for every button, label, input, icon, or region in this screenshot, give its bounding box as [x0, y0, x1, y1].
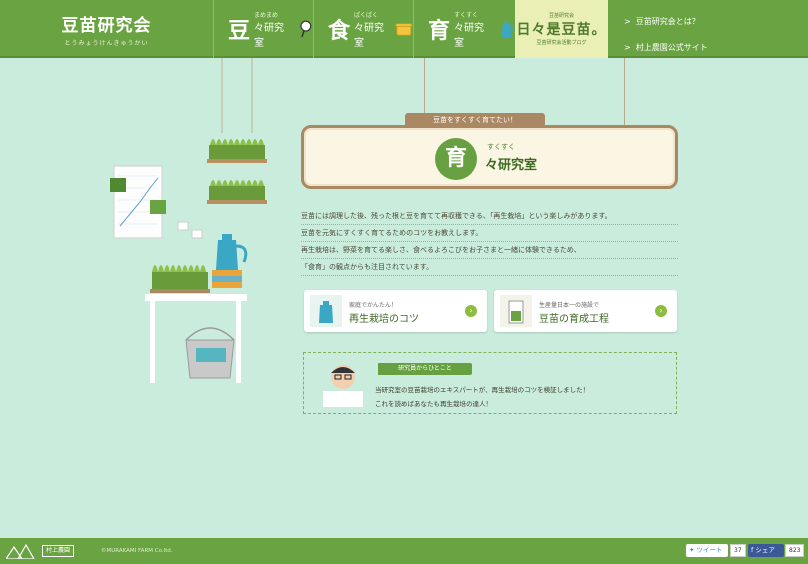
tweet-button[interactable]: ✦ ツイート: [686, 544, 728, 557]
facebook-icon: f: [751, 546, 754, 554]
chevron-right-icon: >: [624, 42, 631, 52]
link-official-site[interactable]: > 村上農園公式サイト: [624, 34, 708, 60]
footer-brand[interactable]: 村上農園: [42, 545, 75, 557]
facebook-share-button[interactable]: f シェア: [748, 544, 784, 557]
card-growing-process[interactable]: 生産量日本一の施設で 豆苗の育成工程 ›: [494, 290, 677, 332]
desc-line: 豆苗には調理した後、残った根と豆を育てて再収穫できる、「再生栽培」という楽しみが…: [301, 208, 678, 225]
nav-label: 々研究室: [454, 22, 485, 49]
nav-blog[interactable]: 豆苗研究会 日々是豆苗。 豆苗研究会活動ブログ: [515, 0, 608, 58]
desc-line: 再生栽培は、野菜を育てる楽しさ、食べるよろこびをお子さまと一緒に体験できるため、: [301, 242, 678, 259]
card-title: 豆苗の育成工程: [539, 314, 609, 325]
link-official-label: 村上農園公式サイト: [635, 42, 708, 52]
nav-kanji: 食: [328, 19, 351, 44]
card-subtitle: 生産量日本一の施設で: [539, 302, 600, 309]
site-footer: 村上農園 ©MURAKAMI FARM Co.ltd. ✦ ツイート 37 f …: [0, 538, 808, 564]
researcher-avatar: [323, 365, 363, 407]
header-links: > 豆苗研究会とは？ > 村上農園公式サイト: [624, 8, 708, 60]
blog-bottom: 豆苗研究会活動ブログ: [536, 40, 587, 46]
sign-rope-right: [624, 58, 625, 128]
sign-title: 々研究室: [485, 158, 538, 173]
nav-ruby: ぱくぱく: [354, 11, 379, 19]
message-line: これを読めばあなたも再生栽培の達人！: [375, 400, 492, 408]
sign-rope-left: [424, 58, 425, 116]
twitter-icon: ✦: [689, 546, 695, 554]
illustration: [110, 58, 267, 383]
sign-tag: 豆苗をすくすく育てたい！: [405, 113, 545, 127]
arrow-right-icon: ›: [465, 305, 477, 317]
pot-icon: [395, 23, 413, 36]
watering-can-icon: [501, 21, 514, 38]
shelf-sprouts-2: [207, 180, 267, 204]
watering-can-icon: [310, 295, 342, 327]
chevron-right-icon: >: [624, 16, 631, 26]
growth-chart-paper: [110, 165, 166, 239]
card-subtitle: 家庭でかんたん！: [349, 302, 398, 309]
message-line: 当研究室の豆苗栽培のエキスパートが、再生栽培のコツを検証しました！: [375, 386, 590, 394]
link-about-label: 豆苗研究会とは？: [635, 16, 700, 26]
link-about[interactable]: > 豆苗研究会とは？: [624, 8, 708, 34]
nav-pakupaku-lab[interactable]: 食 ぱくぱく 々研究室: [313, 0, 413, 58]
sign-kanji-badge: 育: [435, 138, 477, 180]
arrow-right-icon: ›: [655, 305, 667, 317]
message-tag: 研究員からひとこと: [378, 363, 472, 375]
card-regrow-tips[interactable]: 家庭でかんたん！ 再生栽培のコツ ›: [304, 290, 487, 332]
tweet-count: 37: [730, 544, 746, 557]
nav-kanji: 育: [428, 19, 451, 44]
nav-sukusuku-lab[interactable]: 育 すくすく 々研究室: [413, 0, 515, 58]
blog-top: 豆苗研究会: [548, 13, 574, 19]
share-label: シェア: [755, 546, 775, 554]
footer-copyright: ©MURAKAMI FARM Co.ltd.: [101, 548, 173, 554]
magnifier-icon: [300, 20, 312, 38]
shelf-sprouts-1: [207, 139, 267, 163]
table-sprouts: [150, 265, 210, 293]
card-title: 再生栽培のコツ: [349, 314, 419, 325]
murakami-logo-icon: [6, 543, 35, 559]
nav-ruby: すくすく: [454, 11, 479, 19]
desc-line: 豆苗を元気にすくすく育てるためのコツをお教えします。: [301, 225, 678, 242]
blog-title: 日々是豆苗。: [516, 22, 607, 38]
sign-ruby: すくすく: [487, 143, 515, 151]
share-count: 823: [785, 544, 805, 557]
desc-line: 「食育」の観点からも注目されています。: [301, 259, 678, 276]
sprout-package-icon: [500, 295, 532, 327]
bucket: [185, 327, 235, 379]
watering-can: [216, 234, 248, 270]
tweet-label: ツイート: [696, 546, 723, 554]
nav-label: 々研究室: [354, 22, 385, 49]
lab-description: 豆苗には調理した後、残った根と豆を育てて再収穫できる、「再生栽培」という楽しみが…: [301, 208, 678, 276]
